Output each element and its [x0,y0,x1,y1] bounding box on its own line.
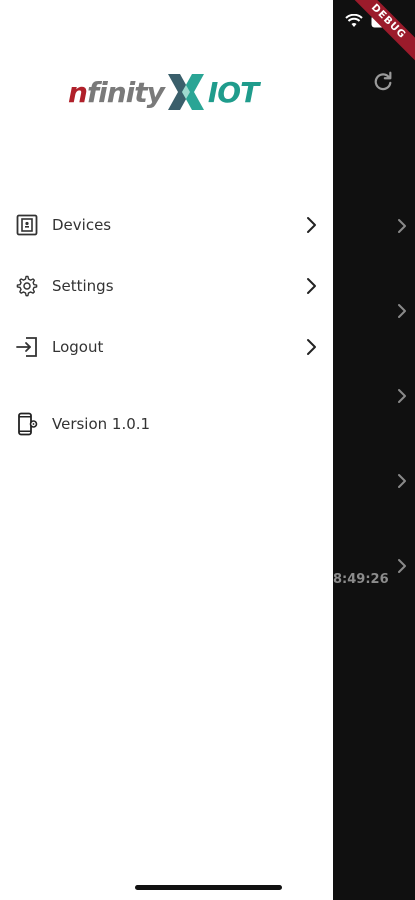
chevron-right-icon[interactable] [396,388,408,404]
chevron-right-icon[interactable] [396,473,408,489]
phone-settings-icon [18,412,38,436]
background-timestamp: 8:49:26 [333,572,389,587]
chevron-right-icon[interactable] [396,303,408,319]
drawer-item-devices[interactable]: Devices [0,203,333,247]
logo-word-finity: finity [86,75,165,109]
logo-x-mark-icon [167,74,204,110]
chevron-right-icon[interactable] [396,218,408,234]
chevron-right-icon [307,217,316,233]
debug-banner-label: DEBUG [343,0,415,67]
drawer-item-label: Logout [52,338,104,356]
app-version-label: Version 1.0.1 [52,415,151,433]
home-indicator[interactable] [135,885,282,890]
chevron-right-icon[interactable] [396,558,408,574]
chevron-right-icon [307,278,316,294]
drawer-item-label: Devices [52,216,112,234]
logout-icon [16,337,37,357]
logo-letter-n: n [68,75,88,109]
device-icon [16,214,38,236]
gear-icon [16,275,38,297]
drawer-item-logout[interactable]: Logout [0,325,333,369]
chevron-right-icon [307,339,316,355]
app-logo: n finity IOT [68,70,268,114]
debug-banner: DEBUG [335,0,415,80]
drawer-item-settings[interactable]: Settings [0,264,333,308]
app-version-row: Version 1.0.1 [0,402,333,446]
navigation-drawer: n finity IOT Devices Settings Logout Ver… [0,0,333,900]
logo-word-iot: IOT [207,75,259,109]
drawer-item-label: Settings [52,277,114,295]
app-screen: 8:49:26 DEBUG n finity IOT Devices Setti… [0,0,415,900]
